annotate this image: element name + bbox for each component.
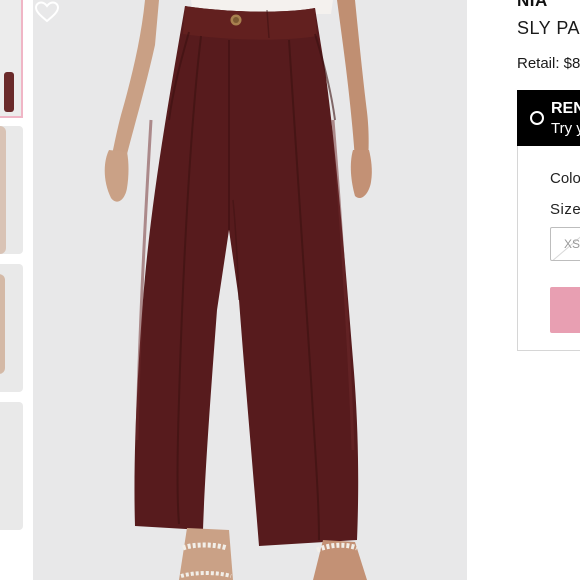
retail-price: Retail: $8 bbox=[517, 55, 580, 72]
thumbnail-3[interactable] bbox=[0, 264, 23, 392]
thumbnail-1-image bbox=[4, 72, 14, 112]
color-label: Color bbox=[550, 170, 580, 187]
thumbnail-1[interactable] bbox=[0, 0, 23, 118]
size-label: Size bbox=[550, 201, 580, 218]
thumbnail-3-image bbox=[0, 274, 5, 374]
thumbnail-2[interactable] bbox=[0, 126, 23, 254]
product-brand[interactable]: NIA bbox=[517, 0, 548, 11]
thumbnail-2-image bbox=[0, 126, 6, 254]
thumbnail-4[interactable] bbox=[0, 402, 23, 530]
rent-option[interactable]: RENT Try y bbox=[517, 90, 580, 146]
product-photo bbox=[33, 0, 467, 580]
radio-unselected-icon[interactable] bbox=[530, 111, 544, 125]
thumbnail-rail bbox=[0, 0, 24, 580]
heart-outline-icon[interactable] bbox=[33, 0, 61, 24]
product-name: SLY PANT bbox=[517, 18, 580, 38]
rent-option-title: RENT bbox=[551, 100, 580, 117]
rent-option-subtitle: Try y bbox=[551, 120, 580, 137]
add-to-bag-button[interactable] bbox=[550, 287, 580, 333]
size-option-label: XS bbox=[564, 237, 580, 251]
size-option-xs[interactable]: XS bbox=[550, 227, 580, 261]
pants-illustration bbox=[104, 0, 372, 580]
